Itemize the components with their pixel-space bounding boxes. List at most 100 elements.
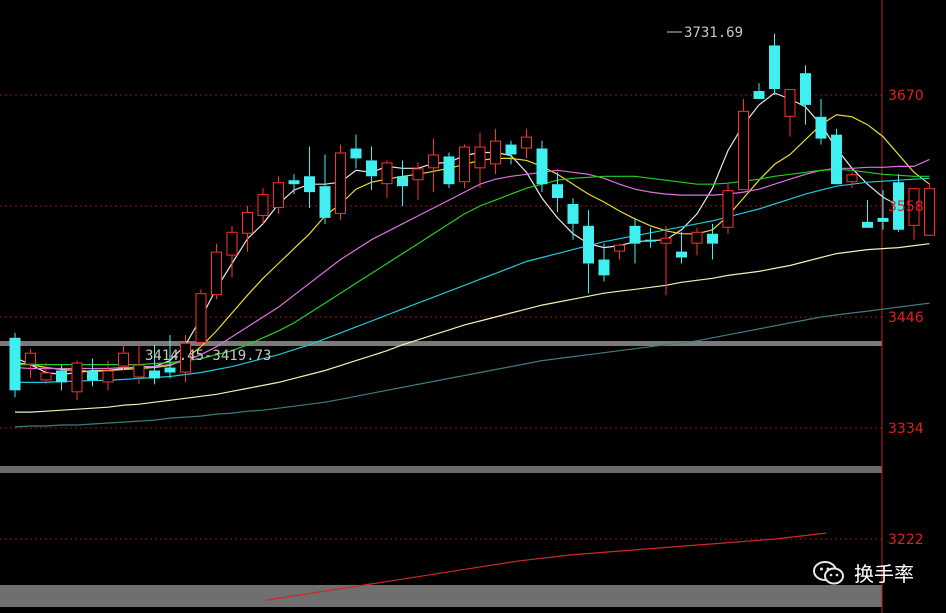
candle-body [707, 233, 718, 244]
candle [583, 209, 594, 294]
candle [567, 198, 579, 240]
y-tick-label: 3446 [888, 310, 924, 326]
ma-line-1 [14, 92, 899, 376]
candle-body [257, 194, 269, 216]
candle-body [505, 144, 517, 155]
candle [645, 227, 656, 248]
candle-body [288, 180, 300, 185]
candle [428, 138, 439, 193]
candle-body [753, 91, 765, 99]
candle-body [877, 217, 889, 222]
candle [691, 227, 703, 256]
candle-body [397, 176, 408, 187]
candle-body [567, 204, 579, 224]
candle [738, 98, 749, 191]
candle [722, 184, 734, 234]
candle-body [195, 293, 207, 343]
candle-body [87, 370, 98, 381]
candle-body [815, 116, 827, 139]
candle [536, 140, 548, 193]
candle [195, 289, 207, 347]
candle [598, 243, 610, 282]
candle [474, 132, 486, 189]
y-tick-label: 3334 [888, 421, 924, 437]
candle-body [769, 45, 780, 90]
y-tick-label: 3670 [888, 88, 924, 104]
candle [629, 217, 641, 264]
candle-body [490, 140, 501, 165]
candle [505, 140, 517, 165]
candle [676, 231, 687, 264]
candle [846, 172, 858, 189]
candle [9, 332, 21, 398]
price-axis-ticks: 3670 3558 3446 3334 3222 [888, 88, 924, 548]
candle-body [350, 148, 362, 159]
candle-body [536, 148, 548, 185]
candle-body [676, 251, 687, 258]
candle [800, 65, 811, 125]
candle [862, 200, 873, 228]
high-label: 3731.69 [684, 25, 743, 41]
candle-body [521, 136, 532, 149]
candle [211, 243, 222, 300]
candle [831, 128, 842, 185]
candle-body [831, 134, 842, 185]
candle [87, 358, 98, 387]
ma-line-6 [15, 243, 930, 413]
candle-body [691, 231, 703, 244]
candle-body [9, 337, 21, 391]
candle-body [428, 154, 439, 169]
candle-body [614, 244, 625, 252]
candle-body [474, 146, 486, 169]
candle-body [164, 367, 176, 373]
candle-body [459, 146, 470, 183]
candle-body [56, 370, 67, 383]
candle-body [226, 231, 238, 256]
y-tick-label: 3222 [888, 532, 924, 548]
candle [753, 83, 765, 99]
candle-body [211, 251, 222, 296]
gray-band-2 [0, 466, 882, 473]
candle-body [273, 182, 284, 208]
candle-body [784, 89, 796, 117]
range-label: 3414.45-3419.73 [145, 348, 271, 364]
watermark-text: 换手率 [854, 562, 914, 586]
candle-body [722, 190, 734, 228]
candle [319, 154, 331, 224]
gray-bands [0, 341, 882, 607]
candle-body [552, 184, 563, 199]
y-tick-label: 3558 [888, 199, 924, 215]
gray-band-3 [0, 585, 882, 607]
ma-line-2 [14, 114, 930, 373]
candle-body [443, 156, 455, 185]
candle-body [924, 188, 935, 236]
candle-body [118, 352, 129, 367]
candle-body [660, 237, 672, 244]
candle-body [242, 211, 253, 234]
candlestick-chart: 3670 3558 3446 3334 3222 3731.69 3414.45-341… [0, 0, 935, 613]
gray-band-1 [0, 341, 882, 346]
candle [459, 144, 470, 189]
candle-body [846, 174, 858, 183]
candle-body [583, 225, 594, 264]
moving-average-lines [14, 92, 930, 601]
candle-body [133, 364, 145, 378]
candle [335, 144, 346, 220]
candle-body [800, 73, 811, 105]
candle [71, 360, 83, 401]
candle [815, 98, 827, 145]
candle-body [645, 239, 656, 242]
candle-body [149, 370, 160, 379]
candle [443, 152, 455, 189]
candle-body [412, 168, 424, 181]
candle-body [598, 259, 610, 276]
candle [350, 134, 362, 169]
candle [25, 348, 36, 378]
ma-line-7 [14, 302, 930, 428]
candle [707, 223, 718, 260]
candle [490, 128, 501, 175]
candle-body [738, 110, 749, 191]
candle [40, 362, 52, 385]
candle [924, 184, 935, 236]
candle-body [366, 160, 377, 177]
